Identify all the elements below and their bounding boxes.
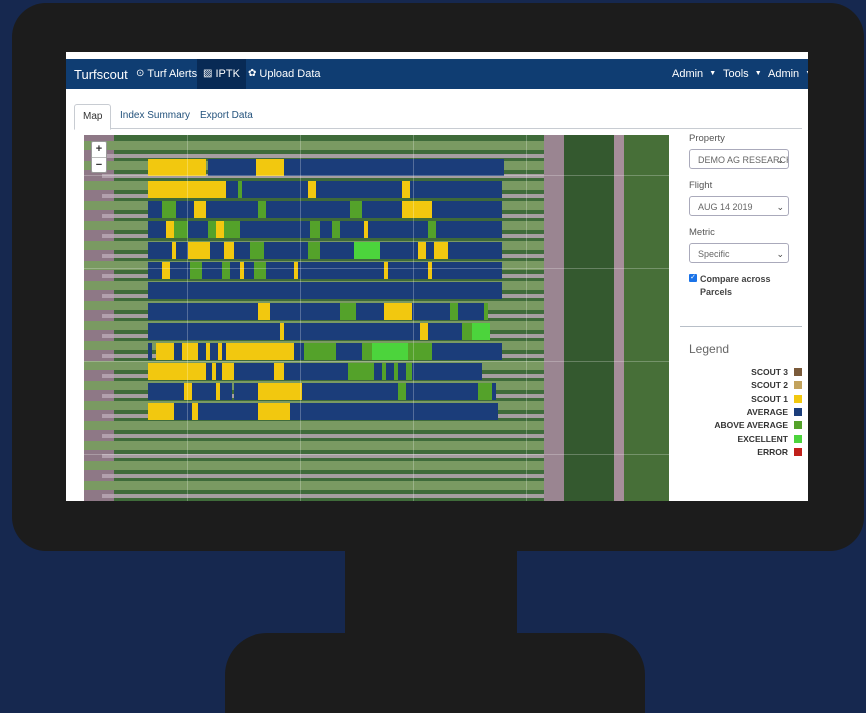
monitor-stand: [225, 633, 645, 713]
tab-map[interactable]: Map: [74, 104, 112, 130]
property-select[interactable]: DEMO AG RESEARCH ⌄: [689, 149, 789, 169]
divider: [680, 326, 802, 327]
nav-iptk[interactable]: ▨ IPTK: [197, 59, 246, 89]
chevron-down-icon: ⌄: [776, 155, 784, 165]
caret-down-icon: ▼: [754, 70, 762, 77]
brand-logo[interactable]: Turfscout: [74, 67, 128, 82]
nav-label: Admin: [672, 68, 704, 80]
chevron-down-icon: ⌄: [776, 202, 784, 212]
compare-label: Compare across Parcels: [700, 274, 771, 297]
alert-circle-icon: ⊙: [136, 68, 145, 79]
legend-label: AVERAGE: [746, 406, 788, 417]
legend-swatch: [794, 368, 802, 376]
nav-label: Tools: [723, 68, 749, 80]
app-screen: Turfscout ⊙ Turf Alerts ▨ IPTK ✿ Upload …: [66, 52, 808, 501]
legend-swatch: [794, 381, 802, 390]
image-icon: ▨: [203, 68, 213, 79]
zoom-in-button[interactable]: +: [92, 142, 106, 158]
nav-admin-dropdown[interactable]: Admin ▼: [666, 59, 722, 89]
tab-index-summary[interactable]: Index Summary: [112, 104, 198, 128]
legend-swatch: [794, 421, 802, 430]
legend-item: ABOVE AVERAGE: [714, 419, 802, 431]
legend-swatch: [794, 447, 802, 456]
nav-label: IPTK: [215, 68, 240, 80]
nav-label: Turf Alerts: [147, 68, 198, 80]
legend-swatch: [794, 407, 802, 416]
top-navbar: Turfscout ⊙ Turf Alerts ▨ IPTK ✿ Upload …: [66, 52, 808, 89]
gear-icon: ✿: [248, 68, 257, 79]
legend-item: AVERAGE: [747, 406, 802, 418]
nav-label: Upload Data: [259, 68, 321, 80]
legend-label: SCOUT 1: [751, 393, 788, 404]
nav-turf-alerts[interactable]: ⊙ Turf Alerts: [130, 59, 203, 89]
chevron-down-icon: ⌄: [776, 249, 784, 259]
legend-label: ABOVE AVERAGE: [714, 420, 788, 431]
nav-tools-dropdown[interactable]: Tools ▼: [717, 59, 768, 89]
tab-export-data[interactable]: Export Data: [192, 104, 261, 128]
legend-label: SCOUT 2: [751, 380, 788, 391]
legend-label: EXCELLENT: [737, 433, 788, 444]
legend-swatch: [794, 394, 802, 403]
zoom-out-button[interactable]: −: [92, 158, 106, 173]
tab-bar: Map Index Summary Export Data: [74, 104, 802, 130]
legend-item: EXCELLENT: [737, 433, 802, 445]
compare-checkbox[interactable]: ✓: [689, 274, 697, 282]
metric-value: Specific: [698, 249, 730, 259]
caret-down-icon: ▼: [709, 70, 717, 77]
legend-swatch: [794, 434, 802, 443]
map-view[interactable]: + −: [84, 135, 669, 501]
legend-title: Legend: [689, 342, 730, 356]
property-value: DEMO AG RESEARCH: [698, 155, 789, 165]
sidebar: Property DEMO AG RESEARCH ⌄ Flight AUG 1…: [680, 130, 808, 501]
nav-upload-data[interactable]: ✿ Upload Data: [242, 59, 327, 89]
legend-item: ERROR: [757, 446, 802, 458]
property-label: Property: [689, 133, 725, 144]
legend-label: ERROR: [757, 446, 788, 457]
metric-label: Metric: [689, 227, 715, 238]
legend-item: SCOUT 2: [751, 379, 802, 391]
nav-label: Admin: [768, 68, 800, 80]
caret-down-icon: ▼: [805, 59, 808, 89]
flight-value: AUG 14 2019: [698, 202, 753, 212]
legend-item: SCOUT 3: [751, 366, 802, 378]
flight-label: Flight: [689, 180, 713, 191]
zoom-control: + −: [91, 141, 107, 173]
flight-select[interactable]: AUG 14 2019 ⌄: [689, 196, 789, 216]
nav-user-dropdown[interactable]: Admin ▼: [762, 59, 808, 89]
metric-select[interactable]: Specific ⌄: [689, 243, 789, 263]
legend-label: SCOUT 3: [751, 367, 788, 377]
legend-item: SCOUT 1: [751, 393, 802, 405]
